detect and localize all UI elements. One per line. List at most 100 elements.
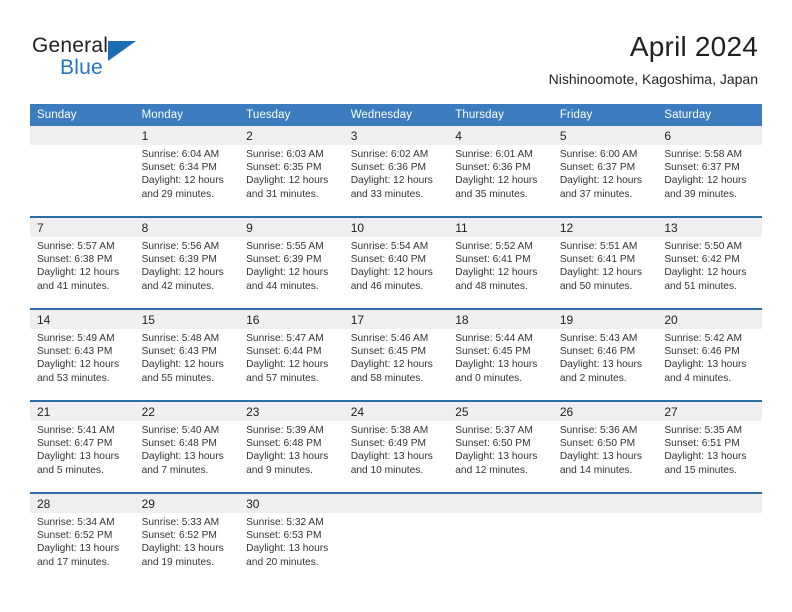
day-cell[interactable]: Sunrise: 5:44 AM Sunset: 6:45 PM Daylight:… [448, 329, 553, 401]
day-cell[interactable]: Sunrise: 6:00 AM Sunset: 6:37 PM Daylight:… [552, 145, 658, 217]
sunset-text: Sunset: 6:36 PM [350, 162, 427, 174]
empty-day-number [30, 126, 135, 145]
day-cell[interactable]: Sunrise: 6:01 AM Sunset: 6:36 PM Daylight:… [448, 145, 553, 217]
day-number[interactable]: 10 [343, 216, 449, 237]
day-cell[interactable]: Sunrise: 6:04 AM Sunset: 6:34 PM Daylight:… [134, 145, 240, 217]
calendar-detail-row: Sunrise: 5:57 AM Sunset: 6:38 PM Daylight:… [30, 237, 762, 309]
day-cell[interactable]: Sunrise: 6:03 AM Sunset: 6:35 PM Daylight:… [239, 145, 344, 217]
weekday-header-friday: Friday [552, 104, 658, 126]
calendar-detail-row: Sunrise: 6:04 AM Sunset: 6:34 PM Daylight:… [30, 145, 762, 217]
sunset-text: Sunset: 6:37 PM [664, 162, 740, 174]
day-number[interactable]: 23 [239, 400, 344, 421]
empty-day-cell [343, 513, 449, 585]
weekday-header-tuesday: Tuesday [239, 104, 344, 126]
sunset-text: Sunset: 6:45 PM [350, 346, 427, 358]
day-number[interactable]: 29 [134, 492, 240, 513]
day-cell[interactable]: Sunrise: 5:52 AM Sunset: 6:41 PM Daylight:… [448, 237, 553, 309]
sunrise-text: Sunrise: 6:01 AM [455, 149, 533, 160]
day-number[interactable]: 24 [343, 400, 449, 421]
day-cell[interactable]: Sunrise: 5:40 AM Sunset: 6:48 PM Daylight:… [134, 421, 240, 493]
day-cell[interactable]: Sunrise: 5:43 AM Sunset: 6:46 PM Daylight:… [552, 329, 658, 401]
sunrise-text: Sunrise: 5:50 AM [664, 241, 742, 252]
sunset-text: Sunset: 6:49 PM [350, 438, 427, 450]
day-cell[interactable]: Sunrise: 5:38 AM Sunset: 6:49 PM Daylight:… [343, 421, 449, 493]
day-number[interactable]: 9 [239, 216, 344, 237]
day-number[interactable]: 7 [30, 216, 135, 237]
day-number[interactable]: 16 [239, 308, 344, 329]
page-header: General Blue April 2024 Nishinoomote, Ka… [0, 0, 792, 104]
daylight-text: Daylight: 13 hours and 20 minutes. [246, 543, 332, 568]
day-number[interactable]: 26 [552, 400, 658, 421]
day-number[interactable]: 3 [343, 126, 449, 145]
daylight-text: Daylight: 12 hours and 33 minutes. [350, 175, 436, 200]
sunrise-text: Sunrise: 5:35 AM [664, 425, 742, 436]
day-number[interactable]: 19 [552, 308, 658, 329]
daylight-text: Daylight: 12 hours and 46 minutes. [350, 267, 436, 292]
day-number[interactable]: 30 [239, 492, 344, 513]
day-cell[interactable]: Sunrise: 5:47 AM Sunset: 6:44 PM Daylight:… [239, 329, 344, 401]
day-number[interactable]: 1 [134, 126, 240, 145]
day-number[interactable]: 15 [134, 308, 240, 329]
day-number[interactable]: 4 [448, 126, 553, 145]
day-number[interactable]: 11 [448, 216, 553, 237]
sunset-text: Sunset: 6:47 PM [37, 438, 113, 450]
day-number[interactable]: 28 [30, 492, 135, 513]
daylight-text: Daylight: 13 hours and 0 minutes. [455, 359, 541, 384]
day-cell[interactable]: Sunrise: 5:58 AM Sunset: 6:37 PM Daylight:… [657, 145, 762, 217]
day-cell[interactable]: Sunrise: 5:39 AM Sunset: 6:48 PM Daylight:… [239, 421, 344, 493]
daylight-text: Daylight: 12 hours and 37 minutes. [559, 175, 645, 200]
sunset-text: Sunset: 6:41 PM [455, 254, 531, 266]
sunset-text: Sunset: 6:38 PM [37, 254, 113, 266]
day-number[interactable]: 21 [30, 400, 135, 421]
day-cell[interactable]: Sunrise: 5:35 AM Sunset: 6:51 PM Daylight:… [657, 421, 762, 493]
day-cell[interactable]: Sunrise: 6:02 AM Sunset: 6:36 PM Daylight:… [343, 145, 449, 217]
sunrise-text: Sunrise: 5:36 AM [559, 425, 638, 436]
day-number[interactable]: 14 [30, 308, 135, 329]
day-cell[interactable]: Sunrise: 5:51 AM Sunset: 6:41 PM Daylight:… [552, 237, 658, 309]
day-number[interactable]: 22 [134, 400, 240, 421]
day-number[interactable]: 25 [448, 400, 553, 421]
day-cell[interactable]: Sunrise: 5:55 AM Sunset: 6:39 PM Daylight:… [239, 237, 344, 309]
daylight-text: Daylight: 12 hours and 42 minutes. [141, 267, 227, 292]
day-number[interactable]: 12 [552, 216, 658, 237]
day-cell[interactable]: Sunrise: 5:32 AM Sunset: 6:53 PM Daylight:… [239, 513, 344, 585]
day-cell[interactable]: Sunrise: 5:36 AM Sunset: 6:50 PM Daylight:… [552, 421, 658, 493]
sunrise-text: Sunrise: 5:43 AM [559, 333, 638, 344]
day-number[interactable]: 8 [134, 216, 240, 237]
day-cell[interactable]: Sunrise: 5:50 AM Sunset: 6:42 PM Daylight:… [657, 237, 762, 309]
daylight-text: Daylight: 12 hours and 51 minutes. [664, 267, 750, 292]
day-cell[interactable]: Sunrise: 5:54 AM Sunset: 6:40 PM Daylight:… [343, 237, 449, 309]
sunset-text: Sunset: 6:36 PM [455, 162, 531, 174]
weekday-header-monday: Monday [134, 104, 240, 126]
day-number[interactable]: 2 [239, 126, 344, 145]
sunrise-text: Sunrise: 5:58 AM [664, 149, 742, 160]
day-cell[interactable]: Sunrise: 5:33 AM Sunset: 6:52 PM Daylight:… [134, 513, 240, 585]
daylight-text: Daylight: 13 hours and 9 minutes. [246, 451, 332, 476]
day-cell[interactable]: Sunrise: 5:48 AM Sunset: 6:43 PM Daylight:… [134, 329, 240, 401]
day-number[interactable]: 20 [657, 308, 762, 329]
day-cell[interactable]: Sunrise: 5:37 AM Sunset: 6:50 PM Daylight:… [448, 421, 553, 493]
calendar-detail-row: Sunrise: 5:49 AM Sunset: 6:43 PM Daylight:… [30, 329, 762, 401]
day-cell[interactable]: Sunrise: 5:56 AM Sunset: 6:39 PM Daylight:… [134, 237, 240, 309]
daylight-text: Daylight: 13 hours and 10 minutes. [350, 451, 436, 476]
sunrise-text: Sunrise: 5:34 AM [37, 517, 115, 528]
sunset-text: Sunset: 6:50 PM [559, 438, 636, 450]
sunset-text: Sunset: 6:41 PM [559, 254, 636, 266]
day-number[interactable]: 5 [552, 126, 658, 145]
day-number[interactable]: 17 [343, 308, 449, 329]
daylight-text: Daylight: 12 hours and 29 minutes. [141, 175, 227, 200]
sunset-text: Sunset: 6:48 PM [246, 438, 322, 450]
day-cell[interactable]: Sunrise: 5:49 AM Sunset: 6:43 PM Daylight:… [30, 329, 135, 401]
day-cell[interactable]: Sunrise: 5:34 AM Sunset: 6:52 PM Daylight:… [30, 513, 135, 585]
day-cell[interactable]: Sunrise: 5:42 AM Sunset: 6:46 PM Daylight:… [657, 329, 762, 401]
day-number[interactable]: 27 [657, 400, 762, 421]
day-cell[interactable]: Sunrise: 5:41 AM Sunset: 6:47 PM Daylight:… [30, 421, 135, 493]
day-number[interactable]: 13 [657, 216, 762, 237]
day-number[interactable]: 6 [657, 126, 762, 145]
day-cell[interactable]: Sunrise: 5:46 AM Sunset: 6:45 PM Daylight:… [343, 329, 449, 401]
calendar-page: General Blue April 2024 Nishinoomote, Ka… [0, 0, 792, 612]
sunrise-text: Sunrise: 5:41 AM [37, 425, 115, 436]
day-number[interactable]: 18 [448, 308, 553, 329]
day-cell[interactable]: Sunrise: 5:57 AM Sunset: 6:38 PM Daylight:… [30, 237, 135, 309]
daylight-text: Daylight: 12 hours and 31 minutes. [246, 175, 332, 200]
